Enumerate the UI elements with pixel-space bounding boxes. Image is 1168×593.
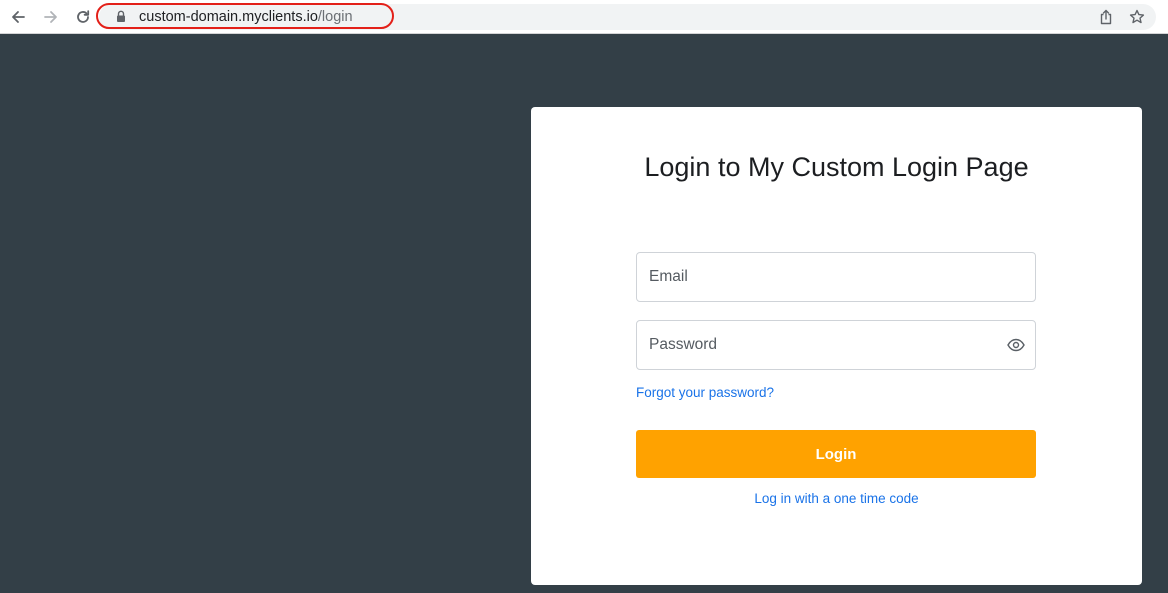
login-card: Login to My Custom Login Page Forgot you…: [531, 107, 1142, 585]
url-text: custom-domain.myclients.io/login: [139, 8, 353, 26]
star-icon: [1129, 9, 1145, 24]
forgot-password-link[interactable]: Forgot your password?: [636, 385, 774, 400]
forward-arrow-icon: [44, 11, 57, 23]
email-field[interactable]: [636, 252, 1036, 302]
browser-toolbar: custom-domain.myclients.io/login: [0, 0, 1168, 34]
back-button[interactable]: [6, 5, 30, 29]
share-button[interactable]: [1097, 8, 1115, 26]
address-bar[interactable]: custom-domain.myclients.io/login: [99, 4, 1156, 30]
lock-icon: [117, 10, 125, 22]
login-button[interactable]: Login: [636, 430, 1036, 478]
url-path: /login: [317, 9, 353, 25]
password-field[interactable]: [636, 320, 1036, 370]
share-icon: [1100, 9, 1112, 25]
one-time-code-link[interactable]: Log in with a one time code: [531, 491, 1142, 506]
page-title: Login to My Custom Login Page: [644, 152, 1029, 182]
back-arrow-icon: [12, 11, 25, 23]
page-background: Login to My Custom Login Page Forgot you…: [0, 34, 1168, 593]
password-input[interactable]: [637, 321, 1035, 369]
bookmark-button[interactable]: [1128, 8, 1146, 26]
url-domain: custom-domain.myclients.io: [139, 9, 318, 25]
forward-button[interactable]: [39, 5, 63, 29]
reload-button[interactable]: [71, 5, 95, 29]
email-input[interactable]: [637, 253, 1035, 301]
eye-icon[interactable]: [1007, 338, 1025, 352]
reload-icon: [77, 10, 90, 23]
